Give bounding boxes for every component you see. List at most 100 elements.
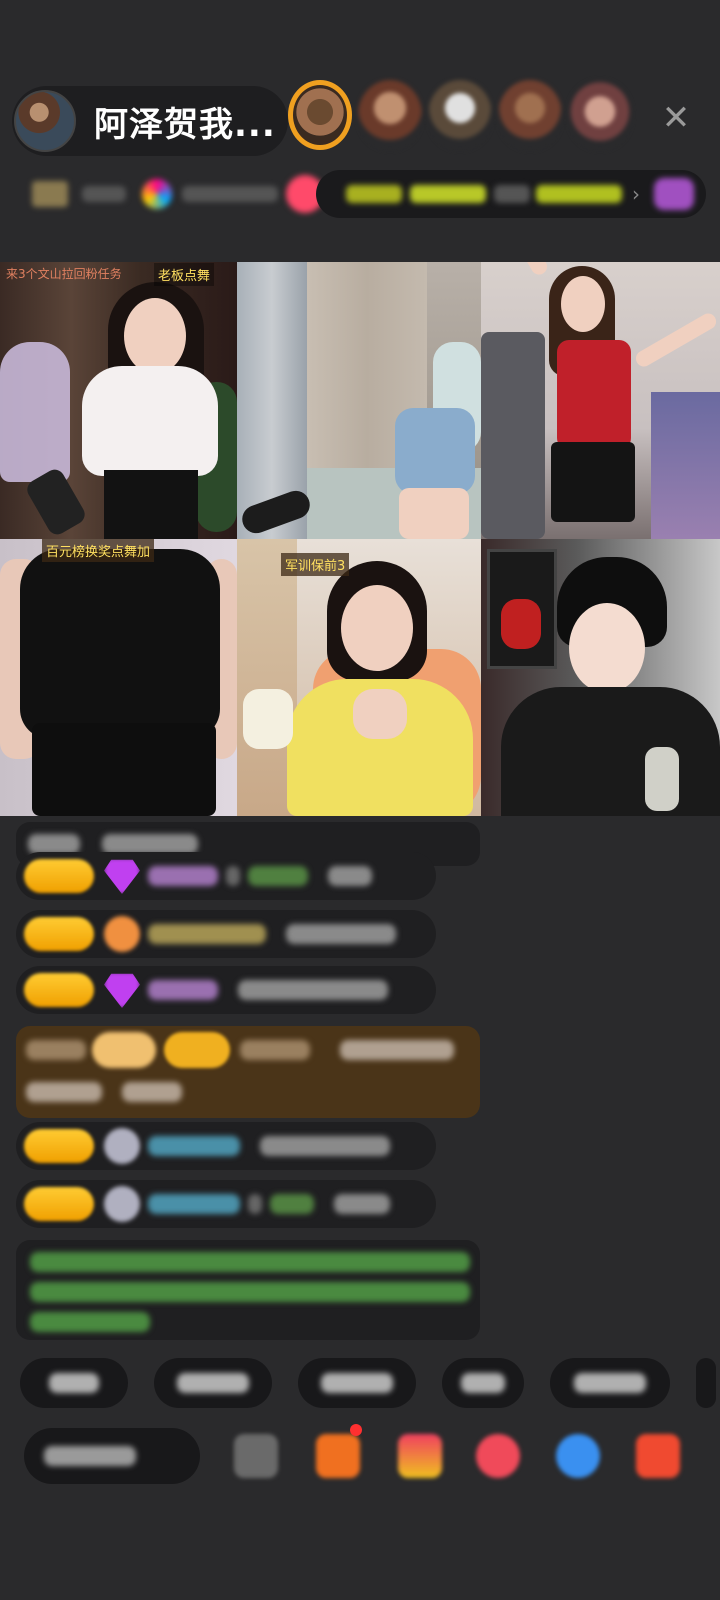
chat-message[interactable] <box>16 966 436 1014</box>
viewer-avatar[interactable] <box>288 80 352 150</box>
tile-label: 百元榜换奖点舞加 <box>42 539 155 562</box>
level-badge <box>24 973 94 1007</box>
comment-input[interactable] <box>24 1428 200 1484</box>
streamer-shorts <box>395 408 475 494</box>
username <box>270 1194 314 1214</box>
viewer-avatar[interactable] <box>498 80 562 150</box>
quick-reply-chip[interactable] <box>20 1358 128 1408</box>
quick-reply-chip[interactable] <box>298 1358 416 1408</box>
quick-reply-chip[interactable] <box>154 1358 272 1408</box>
popularity-text <box>182 186 278 202</box>
message-text <box>286 924 396 944</box>
message-text <box>328 866 372 886</box>
level-badge <box>24 859 94 893</box>
badge-icon <box>104 916 140 952</box>
plush-toy <box>243 689 293 749</box>
streamer-legs <box>399 488 469 539</box>
chat-message[interactable] <box>16 1180 436 1228</box>
level-badge <box>164 1032 230 1068</box>
chevron-right-icon[interactable]: › <box>632 182 640 206</box>
comment-placeholder <box>44 1446 136 1466</box>
stream-info-bar: › <box>16 170 706 218</box>
host-name: 阿泽贺我... <box>94 104 276 145</box>
username[interactable] <box>148 924 266 944</box>
video-tile[interactable] <box>237 262 481 539</box>
quick-reply-chip[interactable] <box>696 1358 716 1408</box>
streamer-arm <box>504 262 550 278</box>
announcement-text <box>346 185 402 203</box>
username <box>226 866 240 886</box>
username <box>248 1194 262 1214</box>
pk-icon[interactable] <box>476 1434 520 1478</box>
message-text <box>260 1136 390 1156</box>
video-tile[interactable] <box>481 262 720 539</box>
streamer-face <box>341 585 413 671</box>
shelf-decor <box>481 332 545 539</box>
close-icon[interactable]: ✕ <box>656 98 696 138</box>
share-icon[interactable] <box>556 1434 600 1478</box>
room-decor <box>651 392 720 539</box>
host-avatar[interactable] <box>14 90 76 152</box>
streamer-skirt <box>32 723 216 816</box>
gift-message[interactable] <box>16 1026 480 1118</box>
level-badge <box>24 1129 94 1163</box>
video-tile[interactable]: 来3个文山拉回粉任务 老板点舞 <box>0 262 237 539</box>
streamer-face <box>569 603 645 693</box>
gift-text <box>122 1082 182 1102</box>
activity-icon[interactable] <box>654 178 694 210</box>
streamer-arm <box>633 310 719 370</box>
username[interactable] <box>148 1194 240 1214</box>
gem-badge-icon <box>104 859 140 894</box>
username[interactable] <box>148 1136 240 1156</box>
quick-reply-chip[interactable] <box>442 1358 524 1408</box>
streamer-face <box>561 276 605 332</box>
streamer-hands <box>353 689 407 739</box>
video-grid: 来3个文山拉回粉任务 老板点舞 百元榜换奖点舞加 军训保前3 <box>0 262 720 816</box>
chat-message[interactable] <box>16 852 436 900</box>
gift-badge-icon <box>92 1032 156 1068</box>
username <box>248 866 308 886</box>
username[interactable] <box>148 866 218 886</box>
notice-text <box>102 834 198 854</box>
streamer-top <box>82 366 218 476</box>
video-tile[interactable] <box>481 539 720 816</box>
username[interactable] <box>240 1040 310 1060</box>
viewer-avatar[interactable] <box>568 80 632 150</box>
chat-message[interactable] <box>16 1122 436 1170</box>
video-tile[interactable]: 百元榜换奖点舞加 <box>0 539 237 816</box>
video-tile[interactable]: 军训保前3 <box>237 539 481 816</box>
rank-badge-icon[interactable] <box>32 181 68 207</box>
level-badge <box>24 917 94 951</box>
announcement-text <box>494 185 530 203</box>
viewer-avatar[interactable] <box>358 80 422 150</box>
figurine-decor <box>501 599 541 649</box>
streamer-skirt <box>551 442 635 522</box>
gift-text <box>26 1040 86 1060</box>
gift-text <box>340 1040 454 1060</box>
notification-dot <box>350 1424 362 1436</box>
viewer-avatar[interactable] <box>428 80 492 150</box>
rank-text <box>82 186 126 202</box>
host-info-pill[interactable]: 阿泽贺我... <box>12 86 288 156</box>
gift-text <box>26 1082 102 1102</box>
streamer-top <box>557 340 631 450</box>
gift-icon[interactable] <box>636 1434 680 1478</box>
announcement-text <box>410 185 486 203</box>
lamp-decor <box>0 342 70 482</box>
shop-icon[interactable] <box>316 1434 360 1478</box>
quick-reply-chip[interactable] <box>550 1358 670 1408</box>
streamer-shirt <box>501 687 720 816</box>
streamer-skirt <box>104 470 198 539</box>
username[interactable] <box>148 980 218 1000</box>
gem-badge-icon <box>104 973 140 1008</box>
streamer-top <box>20 549 220 739</box>
message-text <box>238 980 388 1000</box>
emoji-icon[interactable] <box>234 1434 278 1478</box>
notice-text <box>28 834 80 854</box>
chat-message[interactable] <box>16 910 436 958</box>
level-badge <box>24 1187 94 1221</box>
quick-reply-bar <box>20 1358 716 1408</box>
gift-box-icon[interactable] <box>398 1434 442 1478</box>
microphone <box>645 747 679 811</box>
popularity-icon[interactable] <box>142 179 172 209</box>
